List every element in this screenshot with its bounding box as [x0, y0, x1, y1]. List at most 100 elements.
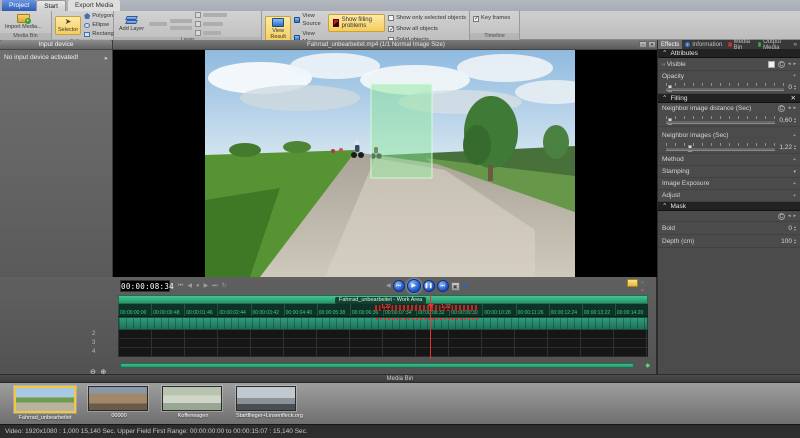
timeline-view-tools: » »	[627, 279, 644, 294]
import-media-button[interactable]: Import Media...	[3, 13, 44, 31]
neighbor-distance-slider[interactable]	[666, 115, 775, 126]
step-forward-icon[interactable]: ▶	[204, 280, 209, 292]
goto-start-icon[interactable]: ⏮	[178, 280, 183, 292]
key-frames-label: Key frames	[481, 14, 510, 23]
neighbor-images-stepper[interactable]: ▴▾	[794, 144, 796, 151]
prev-keyframe-icon[interactable]: ◂	[788, 213, 791, 219]
fit-view-icon[interactable]: »	[641, 279, 644, 287]
filling-header[interactable]: ⌃ Filling ✕	[658, 94, 800, 103]
view-source-button[interactable]: View Source	[294, 12, 324, 28]
stamping-row[interactable]: Stamping ▾	[658, 166, 800, 178]
tab-media-bin[interactable]: Media Bin	[725, 40, 754, 49]
ribbon-groups: Import Media... Media Bin ➤ Selector Pol…	[0, 11, 520, 40]
tab-overflow-icon[interactable]: »	[791, 40, 800, 49]
tab-project[interactable]: Project	[2, 0, 36, 11]
media-item[interactable]: Startflieger+Linsenfleck.org	[236, 386, 298, 419]
key-frames-checkbox[interactable]: Key frames	[473, 14, 510, 23]
show-only-selected-checkbox[interactable]: Show only selected objects	[388, 14, 466, 23]
skip-end-button[interactable]: ⏭	[437, 280, 449, 292]
step-back-icon[interactable]: ◀	[187, 280, 192, 292]
opacity-slider[interactable]	[666, 82, 784, 93]
tab-information[interactable]: iInformation	[682, 40, 725, 49]
track-number: 4	[92, 348, 114, 357]
adjust-row[interactable]: Adjust +	[658, 190, 800, 202]
checkbox-icon	[388, 15, 394, 21]
neighbor-distance-row: Neighbor image distance (Sec) C◂▸	[658, 103, 800, 114]
expand-stamping-icon[interactable]: ▾	[793, 169, 796, 175]
ruler-tick: 00:00:13:22	[582, 304, 615, 316]
range-marker-label: 1,22	[380, 304, 392, 310]
neighbor-distance-stepper[interactable]: ▴▾	[794, 117, 796, 124]
expand-adjust-icon[interactable]: +	[793, 193, 796, 199]
media-item[interactable]: 00000	[88, 386, 150, 419]
bold-stepper[interactable]: ▴▾	[794, 225, 796, 232]
copy-keyframe-icon[interactable]: C	[778, 213, 785, 220]
group-edit-mode: ➤ Selector Polygon Ellipse Rectangle Edi…	[52, 11, 114, 40]
goto-end-icon[interactable]: ⏭	[212, 280, 217, 292]
timeline-track-4[interactable]	[118, 348, 648, 357]
timeline-ruler[interactable]: 00:00:00:00 00:00:00:48 00:00:01:46 00:0…	[118, 304, 648, 317]
add-layer-button[interactable]: Add Layer	[117, 15, 146, 33]
expand-method-icon[interactable]: +	[793, 157, 796, 163]
expand-arrow-icon[interactable]: ▸	[105, 54, 108, 62]
record-icon[interactable]: ●	[196, 280, 200, 292]
output-media-icon	[758, 42, 761, 47]
timeline-track-1-clip[interactable]	[118, 317, 648, 330]
loop-icon[interactable]: ↻	[222, 280, 227, 292]
neighbor-images-slider[interactable]	[666, 142, 775, 153]
stop-button[interactable]: ▣	[451, 282, 460, 291]
playhead[interactable]	[430, 295, 431, 359]
media-item[interactable]: Kofferwagen	[162, 386, 224, 419]
step-arrow-icon[interactable]: ➤	[462, 282, 469, 291]
add-keyframe-icon[interactable]: +	[793, 73, 796, 79]
layer-disabled-checks	[195, 12, 227, 36]
tab-effects[interactable]: Effects	[658, 40, 682, 49]
selector-button[interactable]: ➤ Selector	[55, 16, 81, 35]
work-area-label: Fahrrad_unbearbeitet - Work Area	[335, 297, 426, 304]
next-keyframe-icon[interactable]: ▸	[793, 105, 796, 112]
timeline-panel: 00:00:08:34 ⏮ ◀ ● ▶ ⏭ ↻ ◀ ⏮ ▶ ❚❚ ⏭ ▣ ➤ »…	[0, 277, 657, 374]
view-result-icon	[272, 18, 284, 27]
tab-export-media[interactable]: Export Media	[68, 0, 120, 11]
next-keyframe-icon[interactable]: ▸	[793, 213, 796, 219]
zoom-range-icon[interactable]: »	[641, 288, 644, 294]
media-item[interactable]: Fahrrad_unbearbeitet	[14, 386, 76, 421]
view-result-button[interactable]: View Result	[265, 16, 291, 42]
mask-selection-overlay[interactable]	[371, 84, 432, 178]
work-area-icon[interactable]	[627, 279, 638, 287]
play-button[interactable]: ▶	[407, 279, 421, 293]
add-keyframe-icon[interactable]: +	[793, 133, 796, 139]
visible-value-box[interactable]	[768, 61, 775, 68]
prev-keyframe-icon[interactable]: ◂	[788, 105, 791, 112]
opacity-stepper[interactable]: ▴▾	[794, 84, 796, 91]
tab-start[interactable]: Start	[36, 0, 66, 11]
neighbor-distance-label: Neighbor image distance (Sec)	[662, 105, 751, 112]
timeline-track-2[interactable]	[118, 330, 648, 339]
opacity-slider-row: 0 ▴▾	[658, 81, 800, 94]
pause-button[interactable]: ❚❚	[423, 280, 435, 292]
timeline-track-3[interactable]	[118, 339, 648, 348]
remove-effect-icon[interactable]: ✕	[791, 94, 796, 102]
image-exposure-row[interactable]: Image Exposure +	[658, 178, 800, 190]
show-filling-problems-button[interactable]: Show filling problems	[328, 14, 386, 32]
skip-start-button[interactable]: ⏮	[393, 280, 405, 292]
copy-keyframe-icon[interactable]: C	[778, 105, 785, 112]
copy-keyframe-icon[interactable]: C	[778, 61, 785, 68]
marker-diamond-icon[interactable]: ◆	[645, 362, 650, 369]
depth-stepper[interactable]: ▴▾	[794, 238, 796, 245]
show-all-objects-checkbox[interactable]: Show all objects	[388, 25, 466, 34]
prev-keyframe-icon[interactable]: ◂	[788, 61, 791, 67]
timeline-scrollbar[interactable]	[120, 363, 634, 368]
expand-exposure-icon[interactable]: +	[793, 181, 796, 187]
method-row[interactable]: Method +	[658, 154, 800, 166]
next-keyframe-icon[interactable]: ▸	[793, 61, 796, 67]
media-bin-header[interactable]: Media Bin	[0, 374, 800, 383]
tab-output-media[interactable]: Output Media	[755, 40, 791, 49]
work-area-bar[interactable]: Fahrrad_unbearbeitet - Work Area	[118, 295, 648, 304]
opacity-value: 0	[788, 84, 792, 91]
minimize-icon[interactable]: ▫	[639, 41, 647, 48]
close-icon[interactable]: ✕	[648, 41, 656, 48]
mask-header[interactable]: ⌃ Mask	[658, 202, 800, 211]
depth-value: 100	[781, 238, 792, 245]
jump-back-icon[interactable]: ◀	[386, 280, 391, 292]
